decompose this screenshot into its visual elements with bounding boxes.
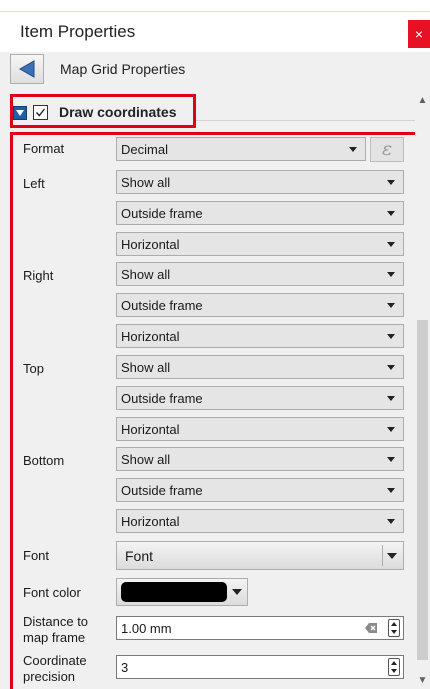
bottom-label: Bottom [23,453,65,468]
bottom-position-value: Outside frame [121,483,203,498]
top-direction-select[interactable]: Horizontal [116,417,404,441]
font-button[interactable]: Font [116,541,404,570]
close-button[interactable]: × [408,20,430,48]
precision-value: 3 [121,660,129,675]
top-position-select[interactable]: Outside frame [116,386,404,410]
right-display-value: Show all [121,267,171,282]
chevron-down-icon [387,427,395,432]
chevron-down-icon [387,334,395,339]
subheader: Map Grid Properties [0,52,430,92]
collapse-toggle-icon[interactable] [13,106,27,120]
chevron-down-icon [387,242,395,247]
left-display-value: Show all [121,175,171,190]
chevron-down-icon [387,457,395,462]
left-direction-value: Horizontal [121,237,180,252]
step-down-icon [391,630,397,634]
chevron-down-icon [387,272,395,277]
back-arrow-icon [19,60,35,78]
chevron-down-icon [387,211,395,216]
step-down-icon [391,669,397,673]
left-direction-select[interactable]: Horizontal [116,232,404,256]
precision-stepper[interactable] [388,658,400,676]
scroll-down-icon[interactable]: ▼ [415,673,430,689]
chevron-down-icon [387,365,395,370]
vertical-scrollbar[interactable]: ▲ ▼ [415,92,430,689]
window-top-edge [0,0,430,12]
step-up-icon [391,622,397,626]
font-button-label: Font [125,548,154,564]
data-defined-override-button[interactable]: ε [370,137,404,162]
distance-spinbox[interactable]: 1.00 mm [116,616,404,640]
top-position-value: Outside frame [121,391,203,406]
right-direction-value: Horizontal [121,329,180,344]
scroll-up-icon[interactable]: ▲ [415,92,430,108]
right-display-select[interactable]: Show all [116,262,404,286]
chevron-down-icon [387,396,395,401]
bottom-display-value: Show all [121,452,171,467]
top-display-select[interactable]: Show all [116,355,404,379]
precision-spinbox[interactable]: 3 [116,655,404,679]
font-color-button[interactable] [116,578,248,606]
chevron-down-icon [387,519,395,524]
group-header-divider [196,120,416,121]
left-display-select[interactable]: Show all [116,170,404,194]
left-position-select[interactable]: Outside frame [116,201,404,225]
font-color-swatch [121,582,227,602]
distance-label-line2: map frame [23,630,86,645]
draw-coordinates-checkbox[interactable] [33,105,48,120]
chevron-down-icon [387,180,395,185]
font-color-label: Font color [23,585,81,600]
top-direction-value: Horizontal [121,422,180,437]
bottom-position-select[interactable]: Outside frame [116,478,404,502]
font-label: Font [23,548,50,563]
clear-icon[interactable] [365,623,377,633]
left-position-value: Outside frame [121,206,203,221]
right-position-value: Outside frame [121,298,203,313]
subheader-title: Map Grid Properties [60,61,186,77]
bottom-display-select[interactable]: Show all [116,447,404,471]
scroll-thumb[interactable] [417,320,428,660]
step-up-icon [391,661,397,665]
chevron-down-icon[interactable] [387,553,397,559]
bottom-direction-select[interactable]: Horizontal [116,509,404,533]
distance-stepper[interactable] [388,619,400,637]
back-button[interactable] [10,54,44,84]
chevron-down-icon [387,303,395,308]
expression-icon: ε [382,138,393,160]
panel-title-bar: Item Properties × [0,12,430,52]
bottom-direction-value: Horizontal [121,514,180,529]
right-label: Right [23,268,54,283]
right-direction-select[interactable]: Horizontal [116,324,404,348]
panel-title: Item Properties [20,22,136,41]
format-value: Decimal [121,142,168,157]
format-select[interactable]: Decimal [116,137,366,161]
precision-label-line2: precision [23,669,76,684]
format-label: Format [23,141,65,156]
chevron-down-icon [387,488,395,493]
group-title: Draw coordinates [59,104,177,120]
chevron-down-icon [349,147,357,152]
font-button-divider [382,545,383,566]
right-position-select[interactable]: Outside frame [116,293,404,317]
chevron-down-icon [232,589,242,595]
top-display-value: Show all [121,360,171,375]
draw-coordinates-group-header: Draw coordinates [10,92,416,130]
left-label: Left [23,176,45,191]
distance-value: 1.00 mm [121,621,172,636]
checkmark-icon [35,108,46,117]
precision-label-line1: Coordinate [23,653,87,668]
top-label: Top [23,361,44,376]
distance-label-line1: Distance to [23,614,89,629]
